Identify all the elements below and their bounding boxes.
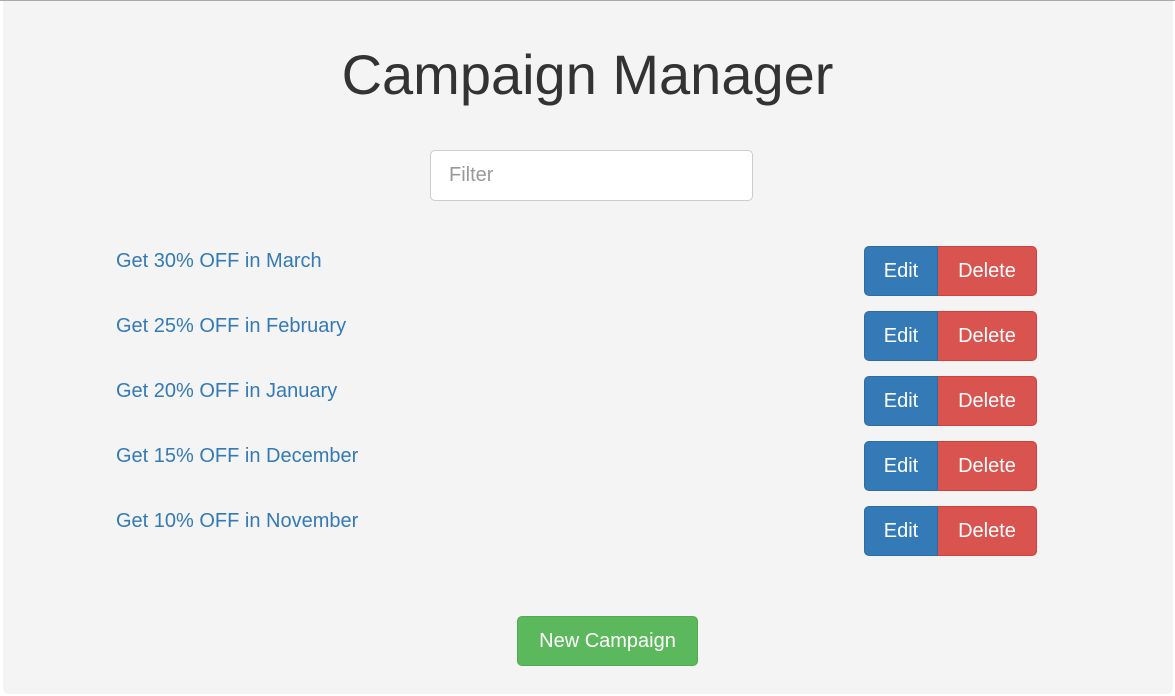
campaign-row: Get 30% OFF in March Edit Delete: [116, 246, 1037, 296]
campaign-link[interactable]: Get 30% OFF in March: [116, 249, 322, 273]
edit-button[interactable]: Edit: [864, 246, 938, 296]
campaign-actions: Edit Delete: [864, 441, 1037, 491]
campaign-list: Get 30% OFF in March Edit Delete Get 25%…: [116, 246, 1037, 571]
new-campaign-button[interactable]: New Campaign: [517, 616, 698, 666]
campaign-actions: Edit Delete: [864, 376, 1037, 426]
campaign-link[interactable]: Get 15% OFF in December: [116, 444, 358, 468]
delete-button[interactable]: Delete: [938, 506, 1037, 556]
campaign-row: Get 15% OFF in December Edit Delete: [116, 441, 1037, 491]
filter-input[interactable]: [430, 150, 753, 201]
campaign-row: Get 20% OFF in January Edit Delete: [116, 376, 1037, 426]
campaign-link[interactable]: Get 20% OFF in January: [116, 379, 337, 403]
campaign-row: Get 10% OFF in November Edit Delete: [116, 506, 1037, 556]
campaign-row: Get 25% OFF in February Edit Delete: [116, 311, 1037, 361]
edit-button[interactable]: Edit: [864, 441, 938, 491]
delete-button[interactable]: Delete: [938, 246, 1037, 296]
delete-button[interactable]: Delete: [938, 376, 1037, 426]
delete-button[interactable]: Delete: [938, 311, 1037, 361]
campaign-link[interactable]: Get 25% OFF in February: [116, 314, 346, 338]
campaign-actions: Edit Delete: [864, 311, 1037, 361]
edit-button[interactable]: Edit: [864, 311, 938, 361]
edit-button[interactable]: Edit: [864, 376, 938, 426]
edit-button[interactable]: Edit: [864, 506, 938, 556]
campaign-link[interactable]: Get 10% OFF in November: [116, 509, 358, 533]
page-title: Campaign Manager: [341, 43, 834, 106]
campaign-actions: Edit Delete: [864, 246, 1037, 296]
campaign-actions: Edit Delete: [864, 506, 1037, 556]
delete-button[interactable]: Delete: [938, 441, 1037, 491]
